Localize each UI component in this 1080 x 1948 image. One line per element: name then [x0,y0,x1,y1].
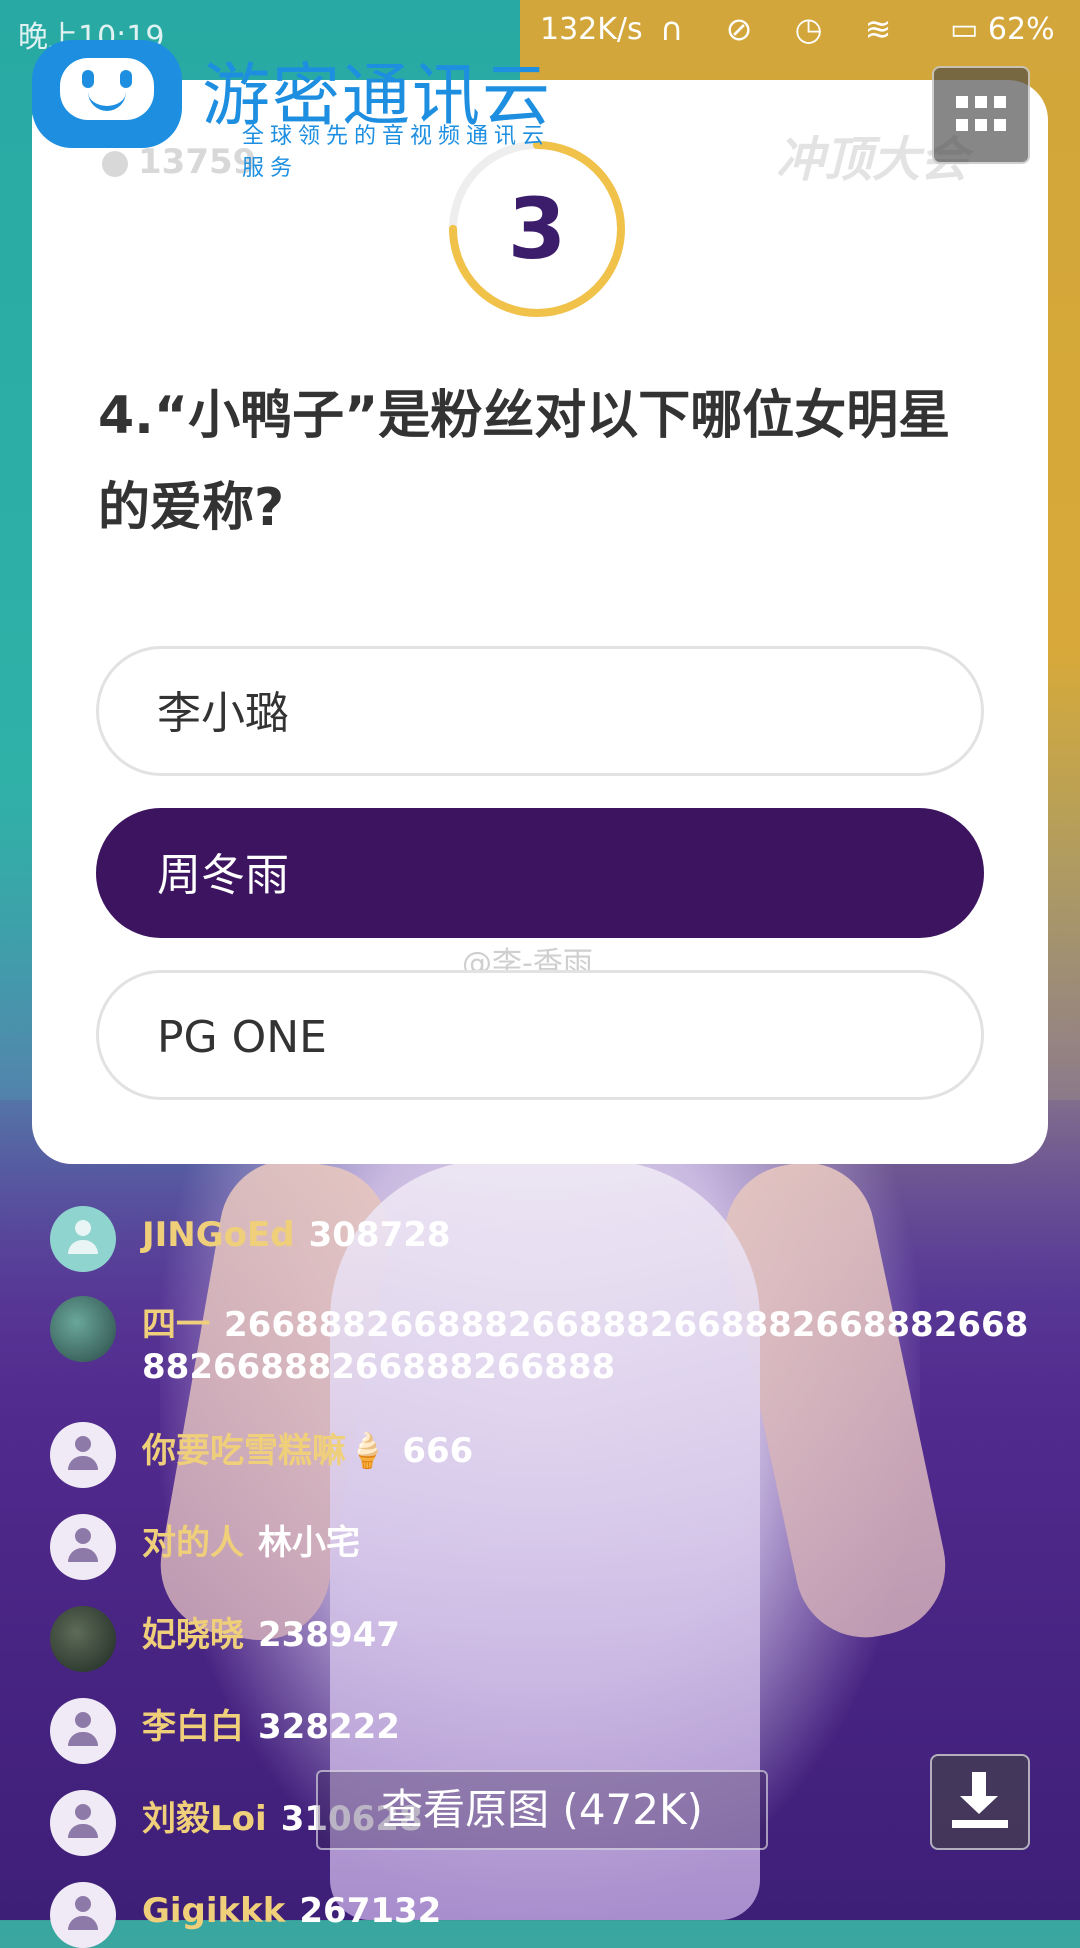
comment-message: 328222 [258,1707,400,1747]
battery-level: 62% [987,12,1055,47]
grid-icon [956,96,1006,134]
comment-username: JINGoEd [142,1215,295,1255]
mute-icon: ⊘ [725,10,769,48]
battery-icon: ▭ [950,12,979,47]
option-1[interactable]: 李小璐 [96,646,984,776]
avatar [50,1296,116,1362]
headset-icon: ∩ [660,10,700,48]
quiz-card: 13759 冲顶大会 3 4.“小鸭子”是粉丝对以下哪位女明星的爱称? 李小璐 … [32,80,1048,1164]
wifi-icon: ≋ [864,10,908,48]
watermark-subtitle: 全球领先的音视频通讯云服务 [242,124,551,181]
option-2[interactable]: 周冬雨 [96,808,984,938]
status-icons: ∩ ⊘ ◷ ≋ [660,10,907,48]
avatar [50,1422,116,1488]
avatar [50,1790,116,1856]
comment-username: 对的人 [142,1523,244,1563]
comment-message: 林小宅 [258,1523,360,1563]
comment-username: 李白白 [142,1707,244,1747]
comment-username: 四一 [142,1305,210,1345]
comment-username: 刘毅Loi [142,1799,267,1839]
avatar [50,1514,116,1580]
comment-message: 666 [402,1431,474,1471]
download-button[interactable] [930,1754,1030,1850]
avatar [50,1206,116,1272]
alarm-icon: ◷ [794,10,839,48]
comment-username: 你要吃雪糕嘛🍦 [142,1431,389,1471]
status-network-speed: 132K/s [540,12,643,47]
chat-bubble-icon [32,40,182,148]
option-3[interactable]: PG ONE [96,970,984,1100]
person-icon [102,150,128,177]
comment-message: 308728 [308,1215,451,1255]
comment-message: 2668882668882668882668882668882668882668… [142,1305,1029,1387]
avatar [50,1882,116,1948]
comment-username: Gigikkk [142,1891,286,1931]
status-battery: ▭ 62% [950,12,1055,47]
comment-message: 238947 [258,1615,400,1655]
watermark-logo: 游密通讯云 全球领先的音视频通讯云服务 [32,40,552,181]
view-original-button[interactable]: 查看原图 (472K) [316,1770,768,1850]
comment-username: 妃晓晓 [142,1615,244,1655]
avatar [50,1606,116,1672]
avatar [50,1698,116,1764]
more-button[interactable] [932,66,1030,164]
question-text: 4.“小鸭子”是粉丝对以下哪位女明星的爱称? [98,386,951,538]
comment-message: 267132 [299,1891,442,1931]
